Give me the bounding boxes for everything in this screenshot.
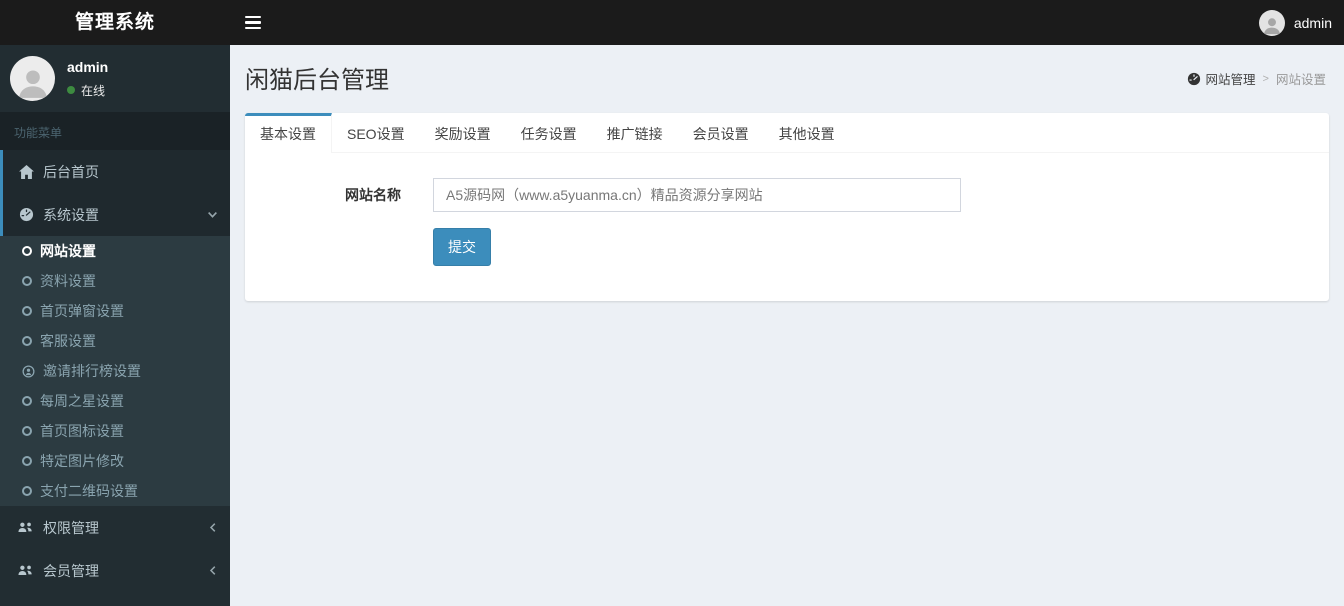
submenu-item-label: 客服设置 (40, 333, 96, 349)
sidebar-user-name: admin (67, 58, 109, 75)
brand-logo[interactable]: 管理系统 (0, 0, 230, 45)
submenu-item-weekly-star-settings[interactable]: 每周之星设置 (0, 386, 230, 416)
user-menu-label: admin (1293, 14, 1332, 31)
submit-button[interactable]: 提交 (433, 228, 491, 266)
tab-seo-settings[interactable]: SEO设置 (332, 113, 420, 152)
tab-label: 其他设置 (778, 126, 835, 142)
submenu-item-specific-image-edit[interactable]: 特定图片修改 (0, 446, 230, 476)
sidebar-item-label: 系统设置 (43, 206, 99, 223)
circle-icon (22, 456, 32, 466)
breadcrumb-section-link[interactable]: 网站管理 (1187, 69, 1256, 88)
sidebar: admin 在线 功能菜单 后台首页 系统设置 网站设置 资料设置 首页弹窗设置… (0, 45, 230, 606)
breadcrumb: 网站管理 > 网站设置 (1187, 69, 1326, 88)
users-icon (18, 564, 34, 577)
sidebar-menu: 后台首页 系统设置 网站设置 资料设置 首页弹窗设置 客服设置 邀请排行榜设置 … (0, 150, 230, 592)
tab-member-settings[interactable]: 会员设置 (678, 113, 764, 152)
submenu-item-home-icon-settings[interactable]: 首页图标设置 (0, 416, 230, 446)
users-icon (18, 521, 34, 534)
circle-icon (22, 246, 32, 256)
submenu-item-invite-ranking-settings[interactable]: 邀请排行榜设置 (0, 356, 230, 386)
circle-icon (22, 396, 32, 406)
submenu-item-payment-qrcode-settings[interactable]: 支付二维码设置 (0, 476, 230, 506)
content-area: 闲猫后台管理 网站管理 > 网站设置 基本设置 SEO设置 奖励设置 任务设置 … (230, 45, 1344, 606)
hamburger-icon (245, 21, 261, 24)
circle-icon (22, 486, 32, 496)
person-icon (1263, 17, 1280, 34)
breadcrumb-section-label: 网站管理 (1205, 73, 1256, 87)
submenu-item-label: 支付二维码设置 (40, 483, 138, 499)
sidebar-item-member-management[interactable]: 会员管理 (0, 549, 230, 592)
sidebar-submenu-system: 网站设置 资料设置 首页弹窗设置 客服设置 邀请排行榜设置 每周之星设置 首页图… (0, 236, 230, 506)
sidebar-user-panel: admin 在线 (0, 45, 230, 112)
avatar (10, 56, 55, 101)
tab-reward-settings[interactable]: 奖励设置 (420, 113, 506, 152)
person-icon (18, 70, 47, 98)
dashboard-icon (1187, 72, 1201, 86)
tab-label: 奖励设置 (434, 126, 491, 142)
circle-icon (22, 306, 32, 316)
basic-settings-pane: 网站名称 提交 (245, 153, 1329, 301)
circle-icon (22, 336, 32, 346)
settings-tab-box: 基本设置 SEO设置 奖励设置 任务设置 推广链接 会员设置 其他设置 网站名称… (245, 113, 1329, 301)
submenu-item-site-settings[interactable]: 网站设置 (0, 236, 230, 266)
user-menu[interactable]: admin (1258, 0, 1332, 45)
submenu-item-home-popup-settings[interactable]: 首页弹窗设置 (0, 296, 230, 326)
hamburger-icon (245, 15, 261, 19)
sidebar-user-status[interactable]: 在线 (67, 82, 108, 99)
dashboard-icon (18, 207, 34, 222)
page-title: 闲猫后台管理 (245, 67, 389, 94)
tab-label: SEO设置 (347, 126, 405, 142)
tab-task-settings[interactable]: 任务设置 (506, 113, 592, 152)
avatar (1258, 9, 1285, 36)
breadcrumb-separator: > (1262, 72, 1269, 85)
tab-promo-link[interactable]: 推广链接 (592, 113, 678, 152)
sidebar-section-header: 功能菜单 (0, 112, 230, 150)
tab-label: 任务设置 (520, 126, 577, 142)
submenu-item-label: 特定图片修改 (40, 453, 124, 469)
submenu-item-label: 首页弹窗设置 (40, 303, 124, 319)
chevron-down-icon (207, 209, 218, 220)
sidebar-item-label: 后台首页 (43, 163, 99, 180)
sidebar-item-label: 会员管理 (43, 562, 99, 579)
submenu-item-label: 资料设置 (40, 273, 96, 289)
submenu-item-customer-service-settings[interactable]: 客服设置 (0, 326, 230, 356)
site-name-input[interactable] (433, 178, 961, 212)
top-navbar: 管理系统 admin (0, 0, 1344, 45)
sidebar-item-dashboard-home[interactable]: 后台首页 (0, 150, 230, 193)
online-status-label: 在线 (81, 83, 106, 98)
tab-label: 推广链接 (606, 126, 663, 142)
settings-tabs: 基本设置 SEO设置 奖励设置 任务设置 推广链接 会员设置 其他设置 (245, 113, 1329, 153)
submenu-item-profile-settings[interactable]: 资料设置 (0, 266, 230, 296)
user-circle-icon (22, 364, 35, 378)
sidebar-item-label: 权限管理 (43, 519, 99, 536)
breadcrumb-current: 网站设置 (1275, 73, 1326, 87)
tab-label: 基本设置 (260, 126, 316, 142)
submenu-item-label: 首页图标设置 (40, 423, 124, 439)
circle-icon (22, 276, 32, 286)
circle-icon (22, 426, 32, 436)
sidebar-item-permission-management[interactable]: 权限管理 (0, 506, 230, 549)
tab-label: 会员设置 (692, 126, 749, 142)
submenu-item-label: 网站设置 (40, 243, 96, 259)
submenu-item-label: 每周之星设置 (40, 393, 124, 409)
online-dot-icon (67, 86, 75, 94)
chevron-left-icon (208, 522, 218, 533)
tab-other-settings[interactable]: 其他设置 (764, 113, 850, 152)
sidebar-toggle-button[interactable] (230, 0, 276, 45)
site-name-label: 网站名称 (345, 187, 401, 203)
chevron-left-icon (208, 565, 218, 576)
tab-basic-settings[interactable]: 基本设置 (245, 113, 332, 153)
home-icon (18, 164, 34, 179)
submenu-item-label: 邀请排行榜设置 (43, 363, 141, 379)
hamburger-icon (245, 26, 261, 30)
sidebar-item-system-settings[interactable]: 系统设置 网站设置 资料设置 首页弹窗设置 客服设置 邀请排行榜设置 每周之星设… (0, 193, 230, 506)
